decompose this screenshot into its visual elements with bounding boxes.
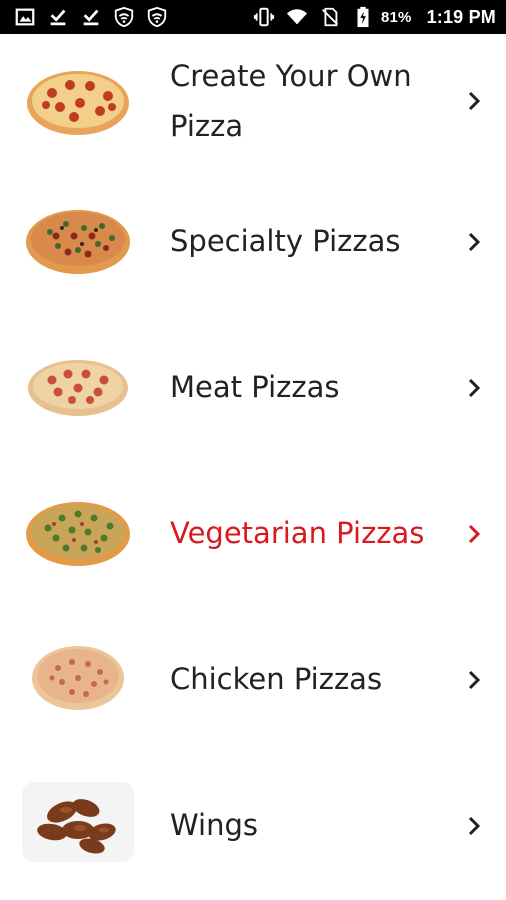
chevron-right-icon [464,230,484,254]
download-done-icon [47,6,69,28]
menu-item-label: Specialty Pizzas [170,224,401,258]
shield-wifi-icon [146,6,168,28]
image-icon [14,6,36,28]
chevron-right-icon [464,668,484,692]
wifi-icon [286,6,308,28]
wings-image [22,782,134,862]
menu-item-chicken-pizzas[interactable]: Chicken Pizzas [0,606,506,752]
pepperoni-pizza-image [22,61,134,141]
menu-item-create-your-own-pizza[interactable]: Create Your Own Pizza [0,34,506,168]
clock: 1:19 PM [426,6,496,27]
vegetarian-pizza-image [22,492,134,572]
chevron-right-icon [464,376,484,400]
vibrate-icon [253,6,275,28]
no-sim-icon [319,6,341,28]
menu-item-label: Wings [170,808,258,842]
chicken-pizza-image [22,638,134,718]
status-bar-notifications [14,6,168,28]
shield-wifi-icon [113,6,135,28]
menu-item-specialty-pizzas[interactable]: Specialty Pizzas [0,168,506,314]
pizza-category-list: Create Your Own Pizza Specialty Pizzas M… [0,34,506,898]
chevron-right-icon [464,522,484,546]
chevron-right-icon [464,89,484,113]
battery-charging-icon [352,6,374,28]
chevron-right-icon [464,814,484,838]
menu-item-label: Chicken Pizzas [170,662,383,696]
download-done-icon [80,6,102,28]
supreme-pizza-image [22,198,134,278]
menu-item-vegetarian-pizzas[interactable]: Vegetarian Pizzas [0,460,506,606]
menu-item-label: Create Your Own Pizza [170,59,412,143]
status-bar: 81% 1:19 PM [0,0,506,34]
menu-item-meat-pizzas[interactable]: Meat Pizzas [0,314,506,460]
menu-item-label: Meat Pizzas [170,370,340,404]
status-bar-system: 81% 1:19 PM [253,6,496,28]
battery-percentage: 81% [380,8,412,26]
menu-item-label: Vegetarian Pizzas [170,516,425,550]
meat-pizza-image [22,348,134,428]
menu-item-wings[interactable]: Wings [0,752,506,898]
